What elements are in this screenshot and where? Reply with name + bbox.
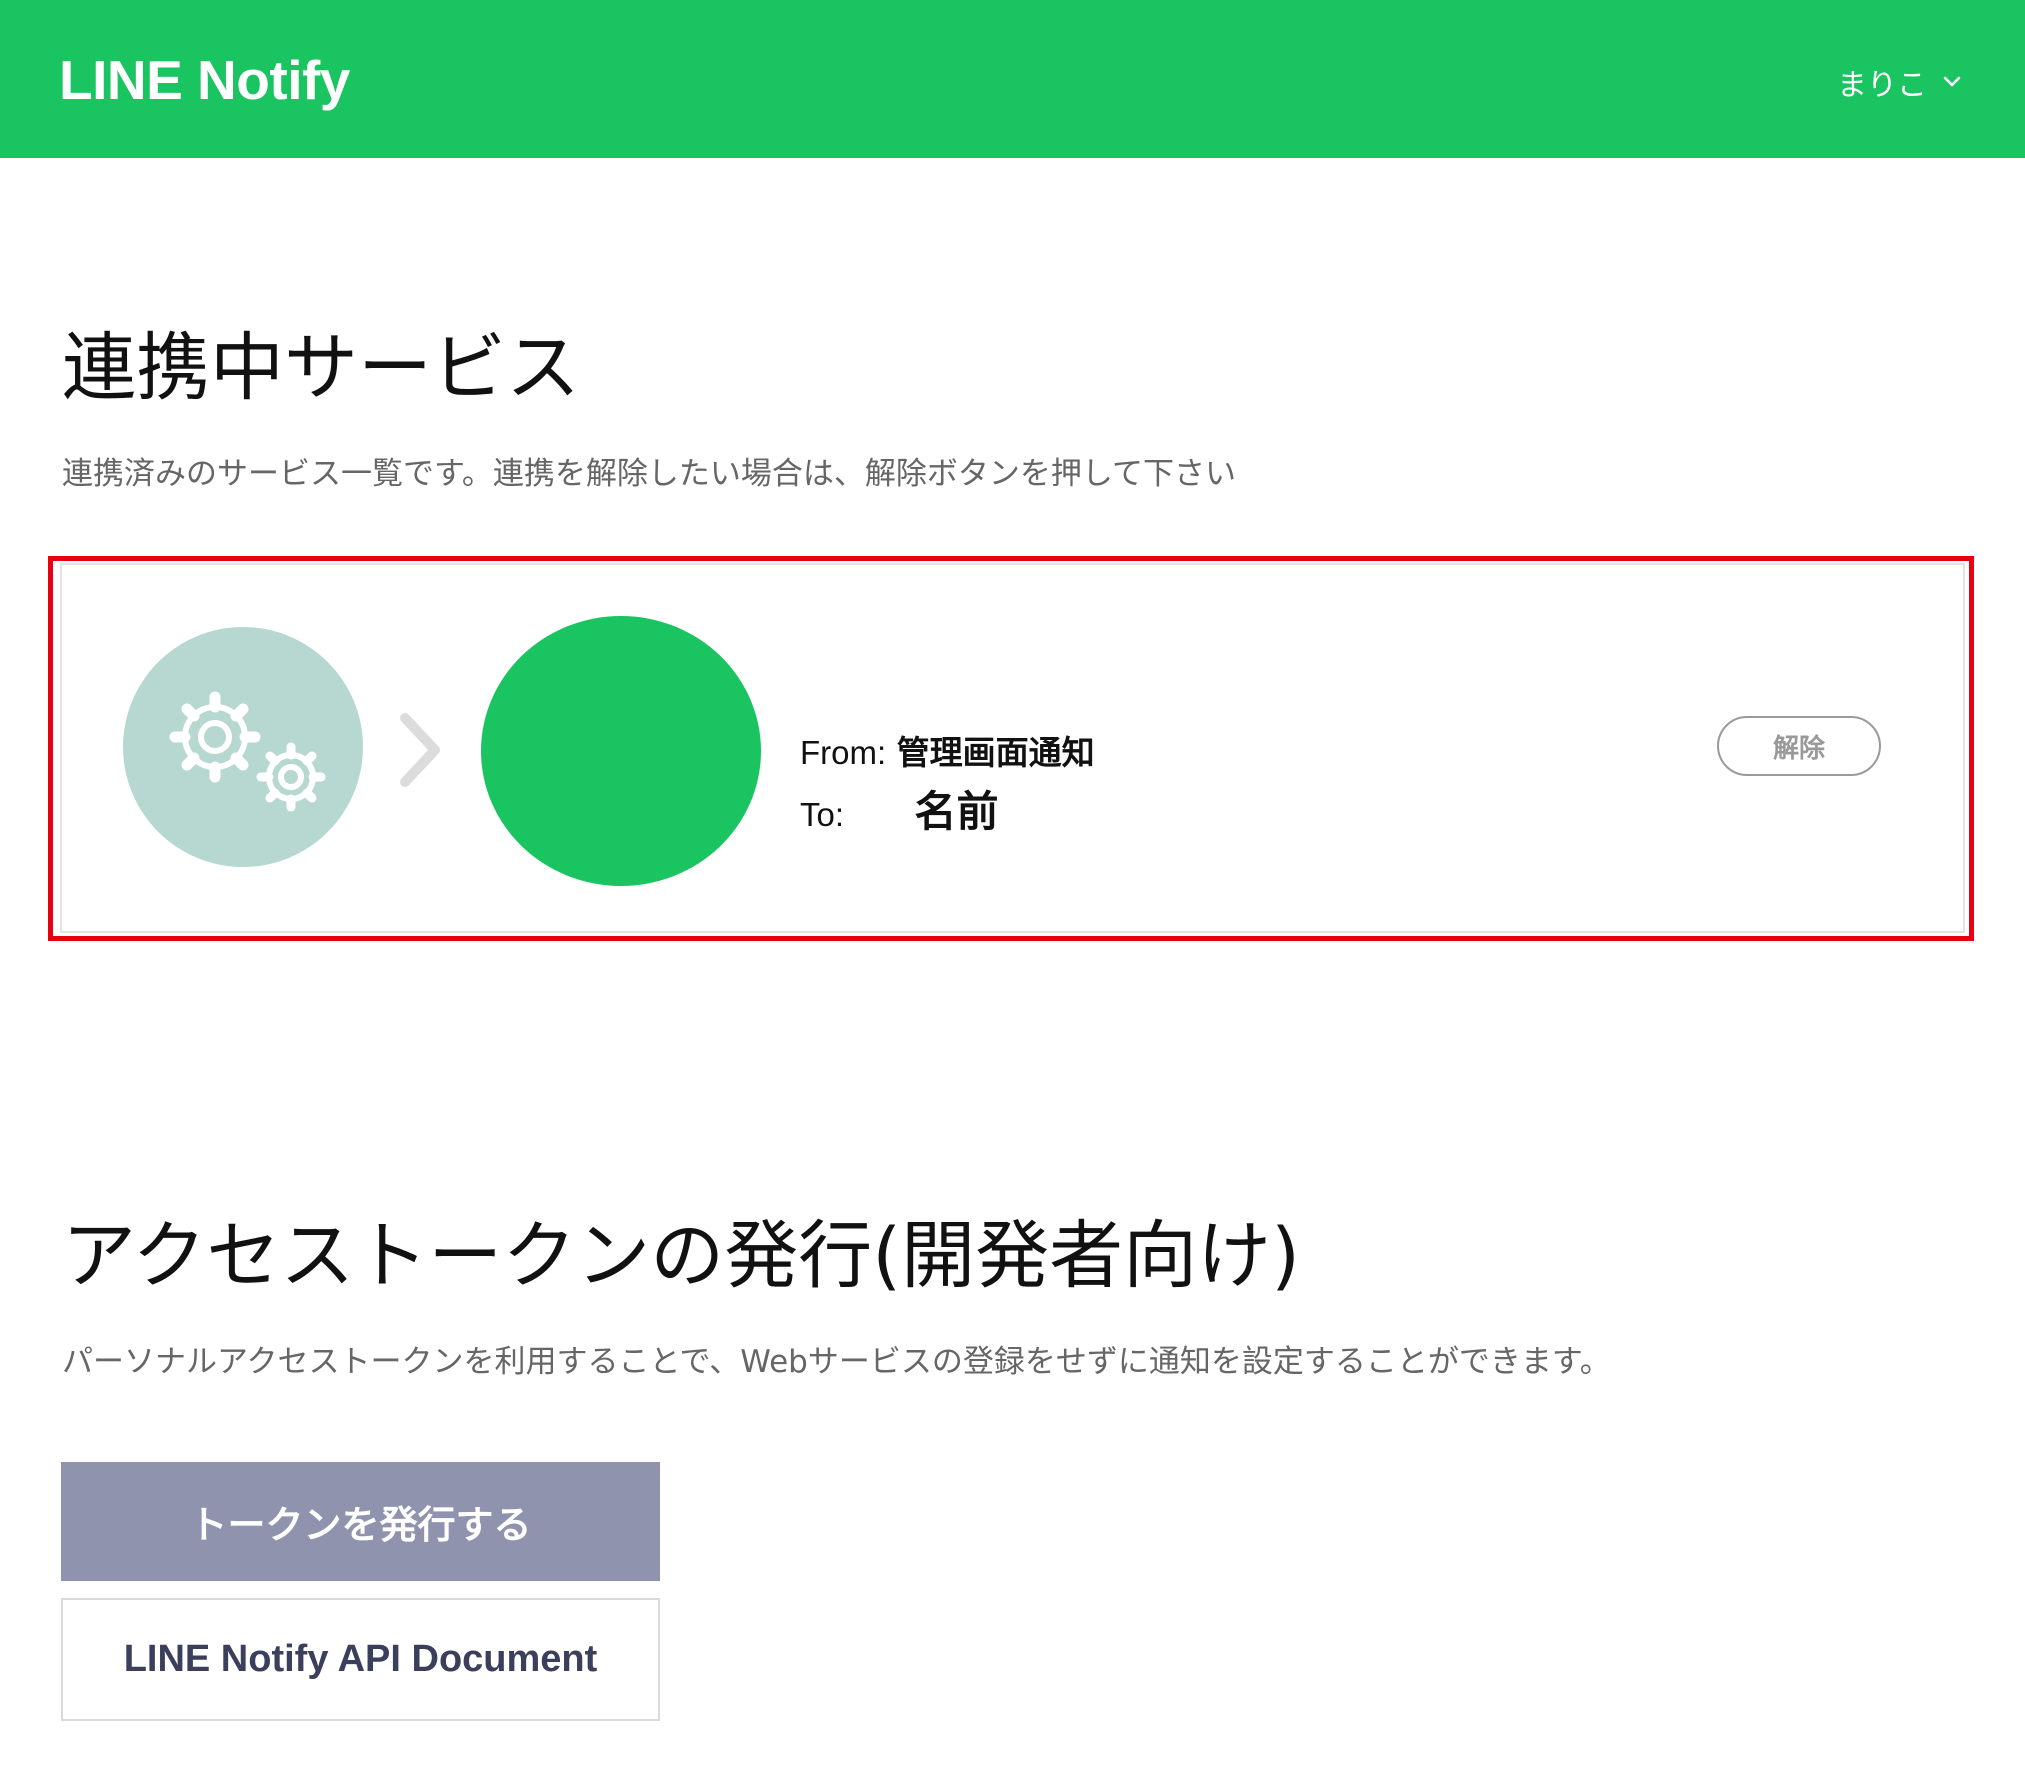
chevron-right-icon	[395, 710, 445, 790]
unlink-button[interactable]: 解除	[1717, 716, 1881, 776]
issue-token-button[interactable]: トークンを発行する	[61, 1462, 660, 1581]
from-label: From:	[800, 734, 887, 771]
user-menu[interactable]: まりこ	[1837, 60, 1963, 104]
target-avatar	[481, 616, 761, 886]
api-document-button[interactable]: LINE Notify API Document	[61, 1598, 660, 1721]
app-header: LINE Notify まりこ	[0, 0, 2025, 158]
access-token-title: アクセストークンの発行(開発者向け)	[62, 1213, 1301, 1299]
chevron-down-icon	[1941, 65, 1963, 100]
line-notify-logo[interactable]: LINE Notify	[59, 48, 350, 112]
access-token-description: パーソナルアクセストークンを利用することで、Webサービスの登録をせずに通知を設…	[62, 1344, 1611, 1380]
to-info: To: 名前	[800, 778, 999, 839]
user-name: まりこ	[1837, 68, 1927, 103]
connected-services-title: 連携中サービス	[62, 325, 580, 411]
from-info: From: 管理画面通知	[800, 726, 1095, 774]
to-label: To:	[800, 796, 845, 833]
gears-icon	[123, 627, 363, 867]
from-value: 管理画面通知	[896, 733, 1095, 772]
connected-services-description: 連携済みのサービス一覧です。連携を解除したい場合は、解除ボタンを押して下さい	[62, 456, 1236, 492]
to-value: 名前	[914, 787, 999, 836]
